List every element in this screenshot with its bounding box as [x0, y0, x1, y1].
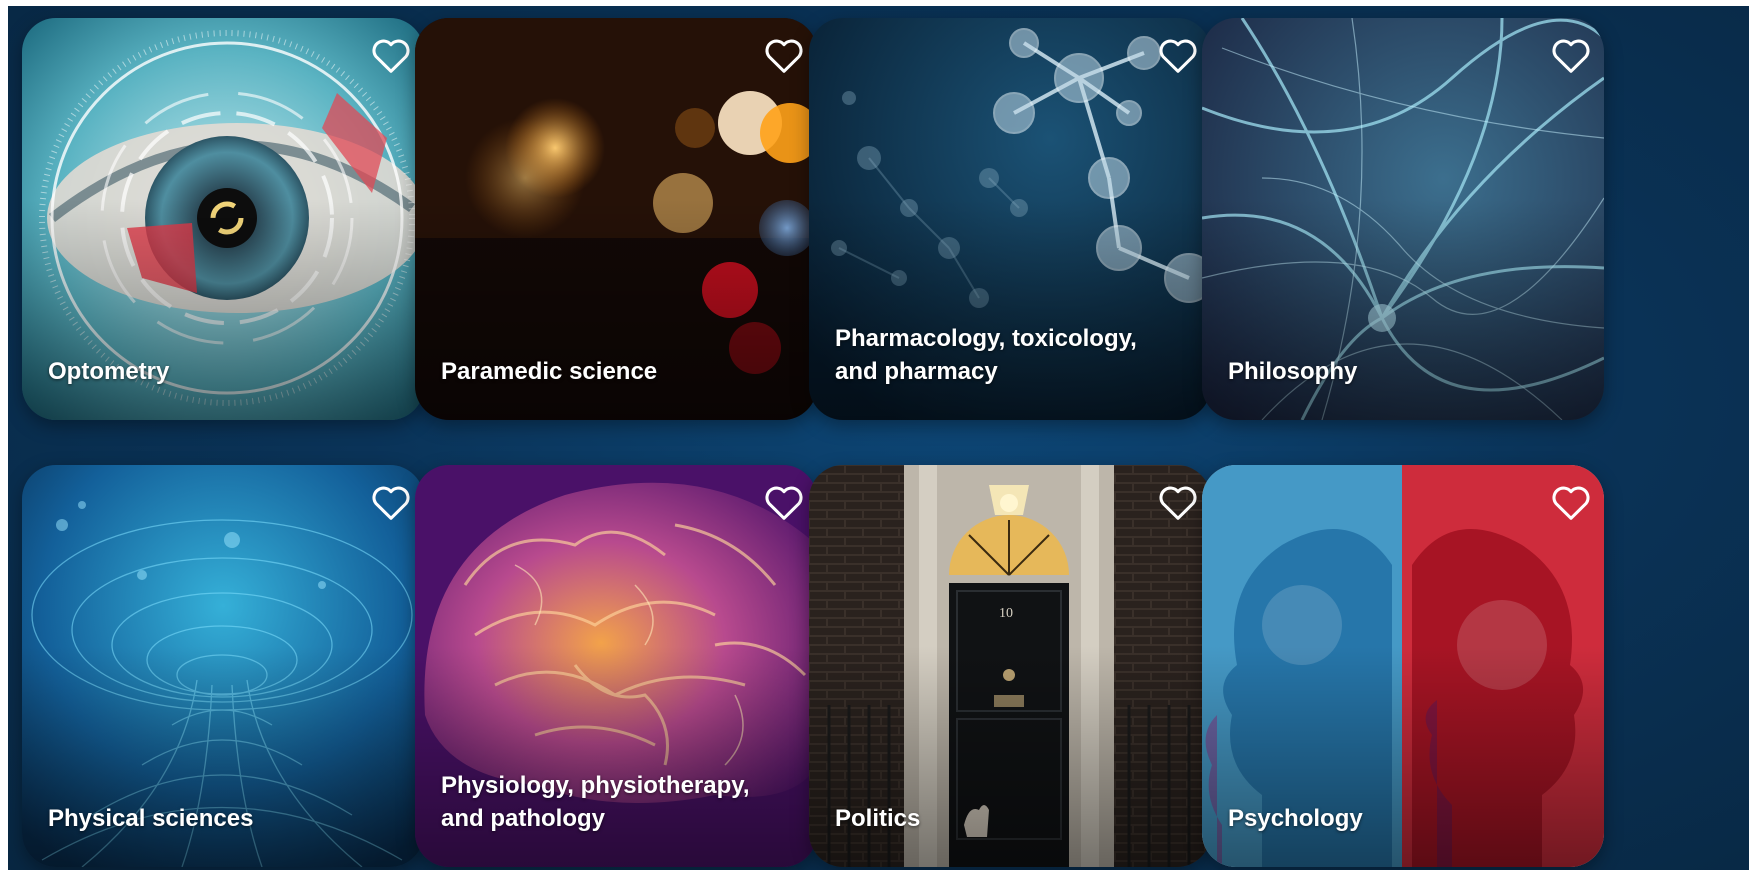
heart-outline-icon	[765, 486, 803, 520]
favorite-button[interactable]	[761, 479, 807, 525]
heart-outline-icon	[765, 39, 803, 73]
favorite-button[interactable]	[1155, 479, 1201, 525]
heart-outline-icon	[1552, 486, 1590, 520]
card-title: Philosophy	[1228, 358, 1358, 385]
favorite-button[interactable]	[368, 479, 414, 525]
card-title: Politics	[835, 805, 921, 832]
card-title: Psychology	[1228, 805, 1363, 832]
favorite-button[interactable]	[368, 32, 414, 78]
favorite-button[interactable]	[1155, 32, 1201, 78]
heart-outline-icon	[1159, 39, 1197, 73]
card-title: Physiology, physiotherapy, and pathology	[441, 772, 750, 832]
subject-card-optometry[interactable]: Optometry	[22, 18, 424, 420]
subject-card-psychology[interactable]: Psychology	[1202, 465, 1604, 867]
heart-outline-icon	[1552, 39, 1590, 73]
favorite-button[interactable]	[1548, 32, 1594, 78]
subject-card-paramedic-science[interactable]: Paramedic science	[415, 18, 817, 420]
subject-card-pharmacology[interactable]: Pharmacology, toxicology, and pharmacy	[809, 18, 1211, 420]
subject-card-philosophy[interactable]: Philosophy	[1202, 18, 1604, 420]
subject-card-physiology[interactable]: Physiology, physiotherapy, and pathology	[415, 465, 817, 867]
heart-outline-icon	[1159, 486, 1197, 520]
card-title: Paramedic science	[441, 358, 658, 385]
subject-card-physical-sciences[interactable]: Physical sciences	[22, 465, 424, 867]
favorite-button[interactable]	[761, 32, 807, 78]
heart-outline-icon	[372, 39, 410, 73]
card-title: Physical sciences	[48, 805, 254, 832]
heart-outline-icon	[372, 486, 410, 520]
card-title: Pharmacology, toxicology, and pharmacy	[835, 325, 1137, 385]
svg-text:10: 10	[999, 606, 1013, 621]
subject-card-politics[interactable]: 10 Politics	[809, 465, 1211, 867]
subject-grid: Optometry Paramedic science Pharmacology…	[8, 6, 1749, 870]
favorite-button[interactable]	[1548, 479, 1594, 525]
card-title: Optometry	[48, 358, 170, 385]
